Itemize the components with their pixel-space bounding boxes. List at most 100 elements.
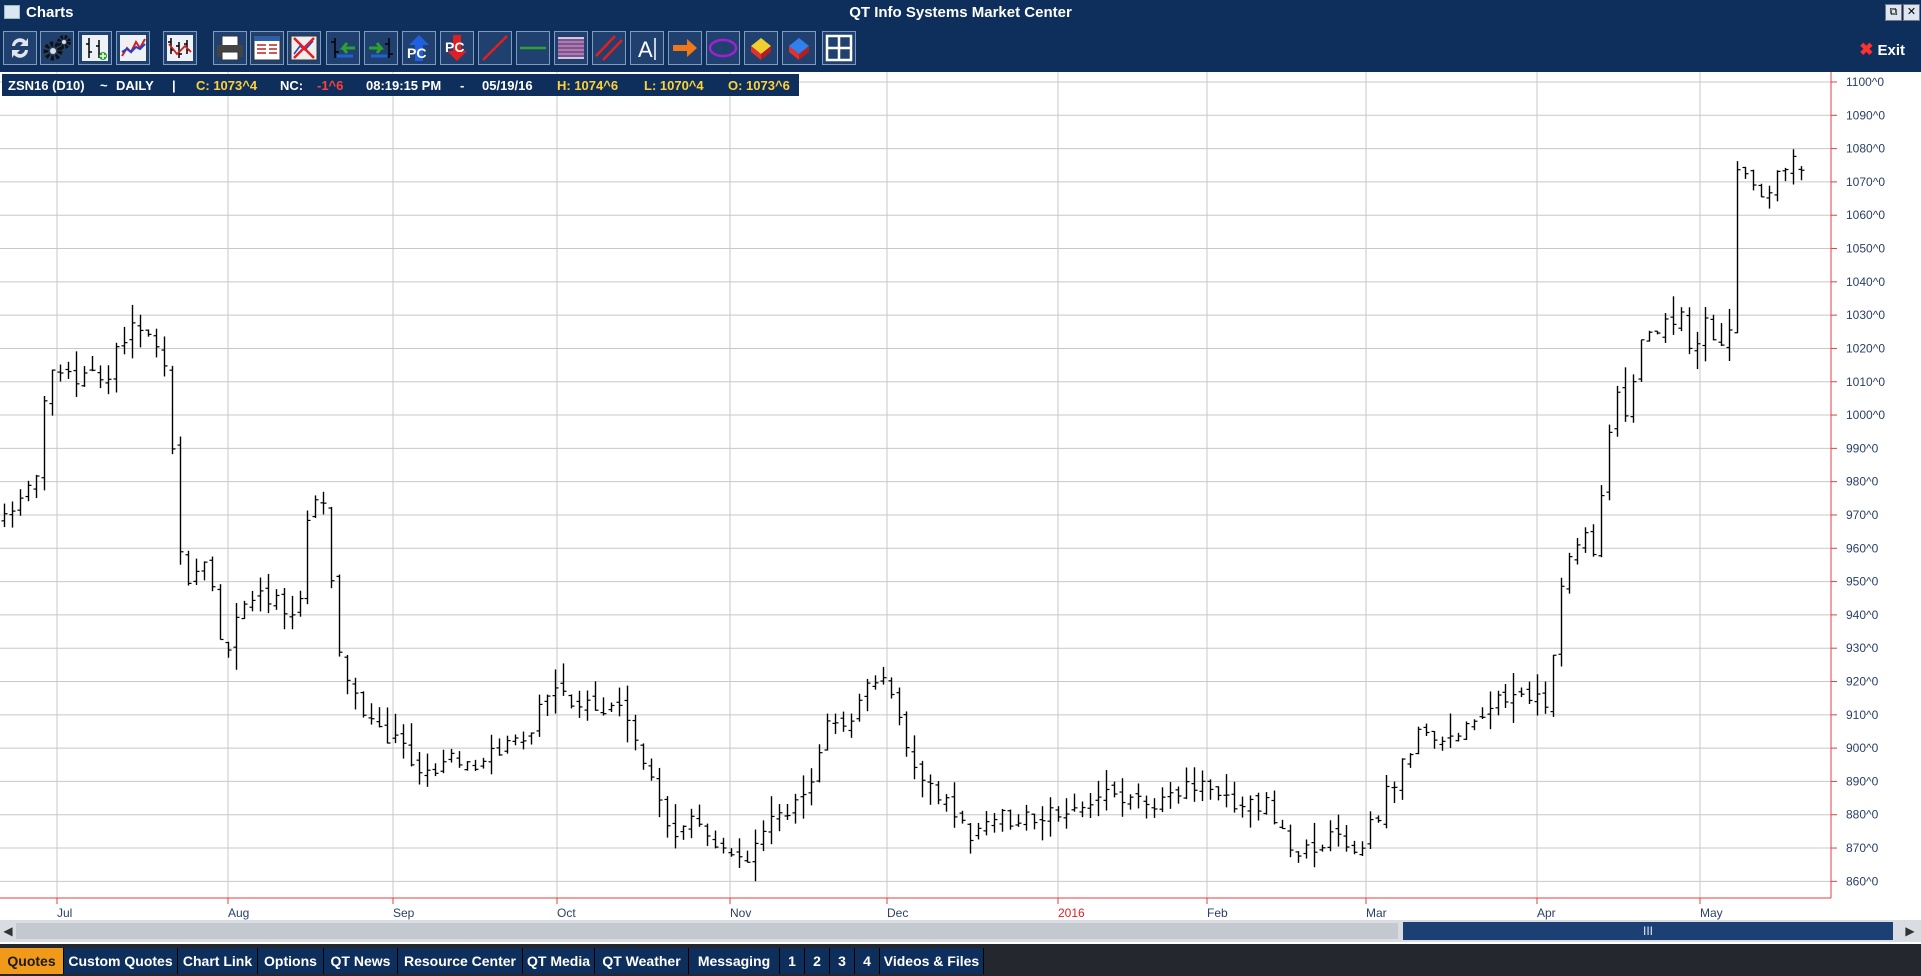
tab-3[interactable]: 3 [830, 948, 855, 974]
chart-area[interactable]: 1100^0 1090^0 1080^0 1070^0 1060^0 1050^0 1040… [0, 72, 1921, 920]
eraser-button[interactable] [744, 31, 778, 65]
quote-close: C: 1073^4 [196, 78, 258, 93]
clear-chart-icon [290, 35, 318, 61]
ohlc-bar [1327, 820, 1334, 852]
ohlc-bar [664, 796, 671, 838]
ohlc-bar [1495, 690, 1502, 716]
month-label: 2016 [1058, 906, 1085, 920]
ohlc-bar [1303, 839, 1310, 859]
scroll-right-button[interactable] [364, 31, 398, 65]
ohlc-bar [448, 748, 455, 763]
trendline-button[interactable] [478, 31, 512, 65]
pc-down-button[interactable]: PC [440, 31, 474, 65]
tab-2[interactable]: 2 [805, 948, 830, 974]
ohlc-bar [1502, 684, 1509, 709]
add-study-button[interactable] [78, 31, 112, 65]
ohlc-bar [233, 603, 240, 670]
grid-layout-icon [825, 34, 853, 62]
ohlc-bar [1055, 806, 1062, 822]
print-button[interactable] [213, 31, 247, 65]
tab-quotes[interactable]: Quotes [0, 948, 64, 974]
arrow-tool-button[interactable] [668, 31, 702, 65]
clear-chart-button[interactable] [287, 31, 321, 65]
bar-chart-button[interactable] [163, 31, 197, 65]
chart-type-button[interactable] [116, 31, 150, 65]
ohlc-bar [528, 732, 535, 745]
ohlc-bar [608, 702, 615, 713]
close-window-icon[interactable]: ✕ [1903, 4, 1920, 21]
grid-layout-button[interactable] [822, 31, 856, 65]
data-window-button[interactable] [250, 31, 284, 65]
ohlc-bar [1199, 770, 1206, 802]
tab-custom-quotes[interactable]: Custom Quotes [64, 948, 178, 974]
price-axis-labels: 1100^0 1090^0 1080^0 1070^0 1060^0 1050^0 1040… [1846, 75, 1885, 888]
ohlc-bar [1247, 795, 1254, 828]
ohlc-bar [257, 577, 264, 612]
month-label: May [1700, 906, 1723, 920]
ohlc-bar [967, 822, 974, 854]
ohlc-bar [616, 687, 623, 717]
tab-qt-weather[interactable]: QT Weather [595, 948, 689, 974]
price-tick-label: 940^0 [1846, 608, 1879, 622]
fibonacci-button[interactable] [554, 31, 588, 65]
ohlc-bar [832, 713, 839, 734]
tab-resource-center[interactable]: Resource Center [398, 948, 523, 974]
ellipse-tool-icon [708, 38, 738, 58]
pc-up-icon: PC [407, 35, 429, 61]
ohlc-bar [1223, 774, 1230, 808]
ohlc-bar [1103, 770, 1110, 811]
ohlc-bar [1031, 813, 1038, 830]
ohlc-bar [1590, 524, 1597, 557]
tab-4[interactable]: 4 [855, 948, 880, 974]
tab-chart-link[interactable]: Chart Link [178, 948, 258, 974]
time-axis-labels: Jul Aug Sep Oct Nov Dec 2016 Feb Mar Apr May [57, 906, 1723, 920]
ohlc-bar [416, 751, 423, 785]
price-tick-label: 890^0 [1846, 774, 1879, 788]
tab-qt-news[interactable]: QT News [324, 948, 398, 974]
price-tick-label: 1070^0 [1846, 175, 1885, 189]
parallel-lines-button[interactable] [592, 31, 626, 65]
quote-nc-value: -1^6 [317, 78, 344, 93]
scroll-thumb[interactable]: III [1403, 922, 1893, 940]
scroll-right-arrow-icon[interactable]: ▶ [1903, 923, 1917, 939]
scroll-left-arrow-icon[interactable]: ◀ [1, 923, 15, 939]
ohlc-bar [544, 694, 551, 716]
tab-messaging[interactable]: Messaging [689, 948, 780, 974]
horizontal-line-button[interactable] [516, 31, 550, 65]
tab-1[interactable]: 1 [780, 948, 805, 974]
price-tick-label: 960^0 [1846, 541, 1879, 555]
exit-button[interactable]: ✖ Exit [1859, 40, 1905, 60]
ohlc-bar [1439, 736, 1446, 751]
ohlc-bar [919, 760, 926, 798]
arrow-tool-icon [673, 39, 697, 57]
tab-options[interactable]: Options [258, 948, 324, 974]
pc-up-button[interactable]: PC [402, 31, 436, 65]
price-chart[interactable]: 1100^0 1090^0 1080^0 1070^0 1060^0 1050^0 1040… [0, 72, 1921, 920]
ohlc-bar [304, 510, 311, 605]
price-tick-label: 1050^0 [1846, 242, 1885, 256]
ellipse-tool-button[interactable] [706, 31, 740, 65]
quote-time: 08:19:15 PM [366, 78, 442, 93]
exit-label: Exit [1877, 42, 1905, 59]
scroll-left-button[interactable] [326, 31, 360, 65]
ohlc-bar [400, 724, 407, 759]
ohlc-bar [1383, 775, 1390, 829]
scroll-track[interactable] [16, 923, 1398, 939]
eraser-all-button[interactable] [782, 31, 816, 65]
ohlc-bar [1071, 793, 1078, 812]
tab-qt-media[interactable]: QT Media [523, 948, 595, 974]
toolbar: PC PC A ✖ Exit [0, 24, 1921, 72]
refresh-button[interactable] [3, 31, 37, 65]
price-tick-label: 980^0 [1846, 475, 1879, 489]
price-tick-label: 1040^0 [1846, 275, 1885, 289]
chart-scrollbar[interactable]: ◀ III ▶ [0, 920, 1921, 942]
ohlc-bar [217, 584, 224, 641]
ohlc-bar [1311, 822, 1318, 868]
ohlc-bar [712, 830, 719, 849]
ohlc-bar [1598, 485, 1605, 558]
tab-videos-files[interactable]: Videos & Files [880, 948, 984, 974]
settings-button[interactable] [40, 31, 74, 65]
ohlc-bar [129, 304, 136, 359]
restore-window-icon[interactable]: ⧉ [1885, 4, 1902, 21]
text-tool-button[interactable]: A [630, 31, 664, 65]
